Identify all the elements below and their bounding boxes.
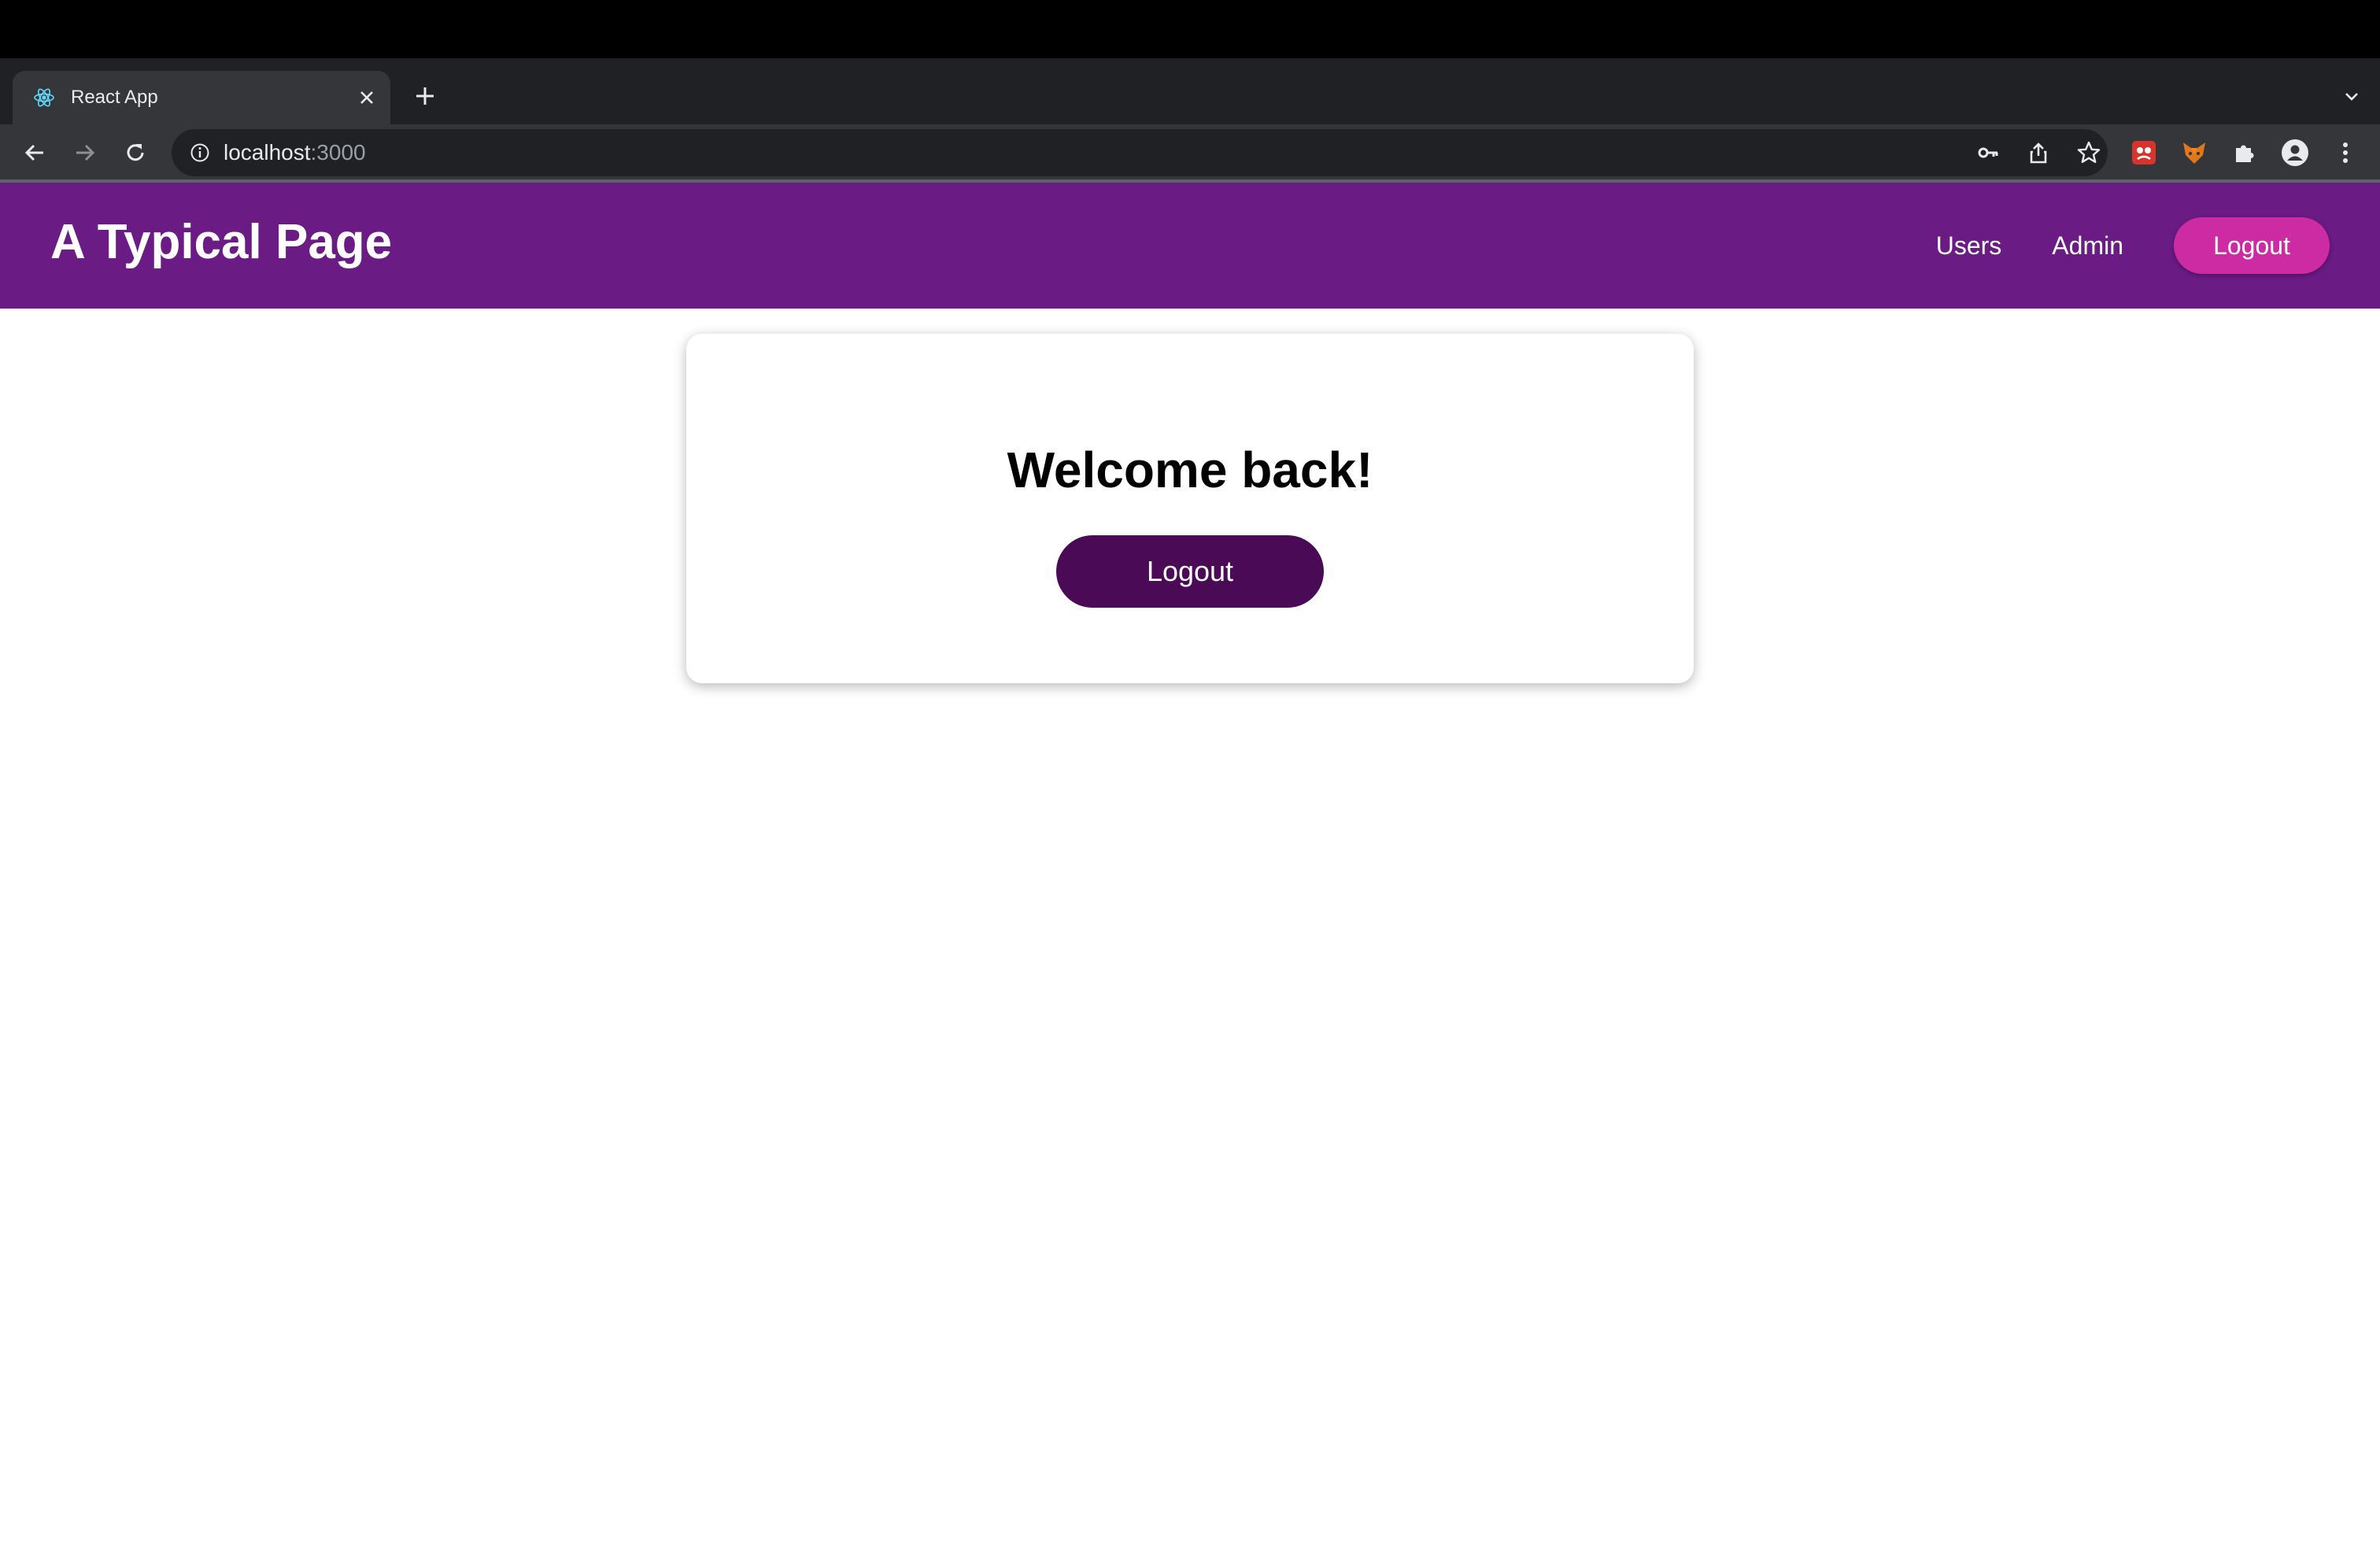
os-menu-bar <box>0 0 2380 58</box>
tab-strip: React App <box>0 58 2380 124</box>
react-icon <box>31 85 57 110</box>
url-text: localhost:3000 <box>224 140 366 165</box>
forward-button[interactable] <box>66 134 104 172</box>
welcome-heading: Welcome back! <box>1007 442 1373 498</box>
back-icon <box>24 144 43 161</box>
chevron-down-icon <box>2345 93 2358 101</box>
extension-icon[interactable] <box>2125 134 2163 172</box>
plus-icon <box>416 87 434 105</box>
welcome-card: Welcome back! Logout <box>686 334 1694 683</box>
tab-search-button[interactable] <box>2334 79 2369 113</box>
profile-icon[interactable] <box>2276 134 2314 172</box>
tab-title: React App <box>71 87 158 108</box>
nav-admin-link[interactable]: Admin <box>2052 231 2123 261</box>
key-icon[interactable] <box>1969 134 2007 172</box>
info-icon[interactable] <box>187 140 213 165</box>
main-nav: Users Admin Logout <box>1936 217 2330 274</box>
page-title: A Typical Page <box>50 215 393 269</box>
fox-icon[interactable] <box>2175 134 2213 172</box>
back-button[interactable] <box>16 134 54 172</box>
url-port: :3000 <box>310 140 366 165</box>
logout-button[interactable]: Logout <box>1056 535 1324 608</box>
forward-icon <box>76 144 95 161</box>
star-icon[interactable] <box>2070 134 2108 172</box>
url-host: localhost <box>224 140 311 165</box>
header-logout-button[interactable]: Logout <box>2174 217 2330 274</box>
close-icon[interactable] <box>351 82 382 113</box>
browser-toolbar: localhost:3000 <box>0 124 2380 181</box>
app-header: A Typical Page Users Admin Logout <box>0 183 2380 309</box>
reload-icon <box>127 144 144 161</box>
address-bar[interactable]: localhost:3000 <box>172 129 2108 176</box>
menu-icon[interactable] <box>2326 134 2364 172</box>
puzzle-icon[interactable] <box>2226 134 2264 172</box>
nav-users-link[interactable]: Users <box>1936 231 2002 261</box>
browser-tab[interactable]: React App <box>13 71 390 124</box>
new-tab-button[interactable] <box>408 79 442 113</box>
share-icon[interactable] <box>2020 134 2057 172</box>
reload-button[interactable] <box>116 134 154 172</box>
